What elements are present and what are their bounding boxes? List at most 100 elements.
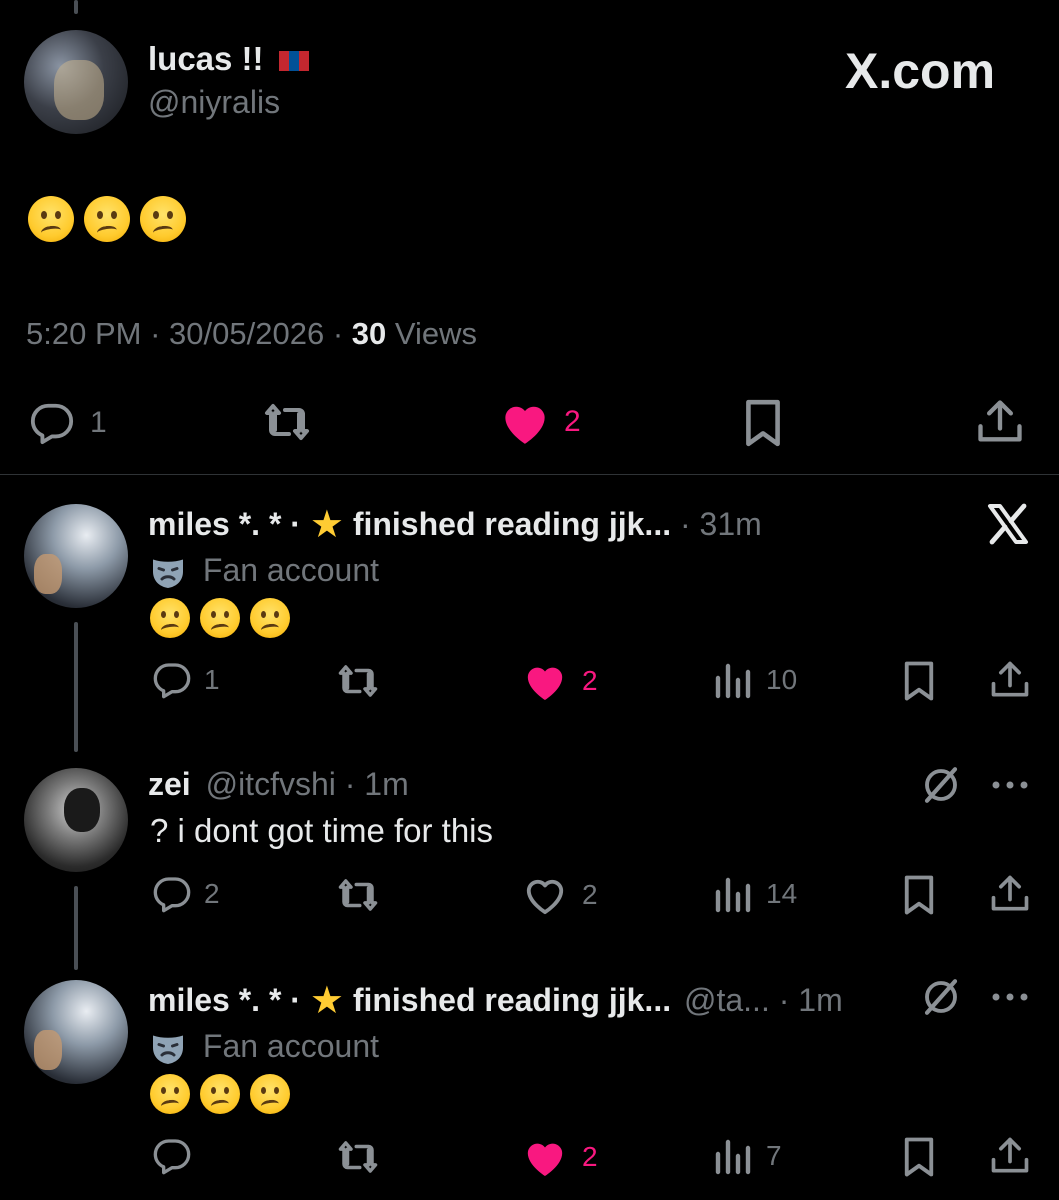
main-bookmark-button[interactable] <box>740 398 786 448</box>
views-count: 10 <box>766 664 798 695</box>
confused-face-icon <box>250 598 290 638</box>
repost-icon <box>265 404 309 440</box>
post-date: 30/05/2026 <box>169 316 325 351</box>
reply2-header: zei @itcfvshi · 1m <box>148 766 409 803</box>
meta-separator: · <box>332 316 344 351</box>
reply1-repost-button[interactable] <box>334 660 382 702</box>
reply3-time[interactable]: · 1m <box>779 982 843 1018</box>
reply2-time[interactable]: · 1m <box>345 766 409 802</box>
thread-line-top <box>74 0 78 14</box>
reply2-share-button[interactable] <box>988 872 1032 916</box>
reply1-like-button[interactable]: 2 <box>522 660 598 702</box>
confused-face-icon <box>84 196 130 242</box>
repost-icon <box>338 1141 378 1173</box>
fan-account-label: Fan account <box>202 1028 379 1064</box>
share-icon <box>978 400 1022 442</box>
reply-icon <box>153 1139 191 1175</box>
main-avatar[interactable] <box>24 30 128 134</box>
reply2-display-name[interactable]: zei <box>148 766 191 802</box>
confused-face-icon <box>150 598 190 638</box>
thread-line <box>74 622 78 752</box>
reply2-bookmark-button[interactable] <box>900 874 938 916</box>
reply-count: 1 <box>90 406 107 439</box>
reply2-views-button[interactable]: 14 <box>712 874 797 914</box>
views-icon <box>715 663 751 699</box>
fan-mask-icon <box>153 1035 183 1064</box>
reply-icon <box>153 877 191 913</box>
main-post-body <box>28 196 196 242</box>
main-share-button[interactable] <box>974 396 1026 448</box>
reply3-repost-button[interactable] <box>334 1136 382 1178</box>
reply3-label: Fan account <box>150 1028 379 1066</box>
reply1-name-suffix[interactable]: finished reading jjk... <box>353 506 671 542</box>
reply3-views-button[interactable]: 7 <box>712 1136 782 1176</box>
reply3-like-button[interactable]: 2 <box>522 1136 598 1178</box>
reply2-like-button[interactable]: 2 <box>522 874 598 916</box>
reply1-views-button[interactable]: 10 <box>712 660 797 700</box>
fan-account-label: Fan account <box>202 552 379 588</box>
repost-icon <box>338 879 378 911</box>
reply1-bookmark-button[interactable] <box>900 660 938 702</box>
meta-separator: · <box>150 316 161 351</box>
more-icon[interactable] <box>990 990 1030 1008</box>
like-icon <box>527 667 563 701</box>
reply1-label: Fan account <box>150 552 379 590</box>
bookmark-icon <box>904 875 934 915</box>
x-logo-icon[interactable] <box>984 500 1032 548</box>
share-icon <box>991 1137 1029 1173</box>
reply3-name-suffix[interactable]: finished reading jjk... <box>353 982 671 1018</box>
reply3-body <box>150 1074 300 1114</box>
main-reply-button[interactable]: 1 <box>26 400 107 446</box>
reply2-handle[interactable]: @itcfvshi <box>206 766 336 802</box>
grok-icon[interactable] <box>920 764 962 811</box>
star-icon: ★ <box>309 980 344 1022</box>
reply-icon <box>153 663 191 699</box>
views-count: 30 <box>351 316 387 351</box>
reply3-reply-button[interactable] <box>150 1136 194 1176</box>
reply2-repost-button[interactable] <box>334 874 382 916</box>
repost-icon <box>338 665 378 697</box>
main-like-button[interactable]: 2 <box>498 398 581 446</box>
confused-face-icon <box>200 598 240 638</box>
reply-icon <box>30 403 73 445</box>
star-icon: ★ <box>309 504 344 546</box>
more-icon[interactable] <box>990 778 1030 796</box>
main-display-name[interactable]: lucas !! <box>148 40 309 78</box>
main-display-name-text: lucas !! <box>148 40 264 77</box>
reply2-avatar[interactable] <box>24 768 128 872</box>
share-icon <box>991 875 1029 911</box>
main-handle[interactable]: @niyralis <box>148 84 280 121</box>
bookmark-icon <box>904 1137 934 1177</box>
confused-face-icon <box>150 1074 190 1114</box>
reply3-handle[interactable]: @ta... <box>684 982 770 1018</box>
like-count: 2 <box>564 405 581 438</box>
like-outline-icon <box>526 879 564 915</box>
x-com-brand: X.com <box>845 43 996 99</box>
reply3-bookmark-button[interactable] <box>900 1136 938 1178</box>
reply1-header: miles *. * · ★ finished reading jjk... ·… <box>148 502 762 547</box>
reply1-display-name[interactable]: miles *. * · <box>148 506 301 542</box>
mongolia-flag-icon <box>278 51 309 72</box>
reply3-header: miles *. * · ★ finished reading jjk... @… <box>148 978 843 1023</box>
reply1-avatar[interactable] <box>24 504 128 608</box>
confused-face-icon <box>200 1074 240 1114</box>
divider <box>0 474 1059 475</box>
like-count: 2 <box>582 665 598 696</box>
like-count: 2 <box>582 1141 598 1172</box>
views-icon <box>715 1139 751 1175</box>
reply-count: 2 <box>204 878 220 909</box>
reply1-share-button[interactable] <box>988 658 1032 702</box>
reply3-avatar[interactable] <box>24 980 128 1084</box>
reply3-display-name[interactable]: miles *. * · <box>148 982 301 1018</box>
reply1-reply-button[interactable]: 1 <box>150 660 220 700</box>
reply2-reply-button[interactable]: 2 <box>150 874 220 914</box>
main-repost-button[interactable] <box>258 398 316 446</box>
reply1-time[interactable]: · 31m <box>680 506 762 542</box>
like-icon <box>505 406 545 444</box>
confused-face-icon <box>140 196 186 242</box>
reply3-share-button[interactable] <box>988 1134 1032 1178</box>
main-post-meta: 5:20 PM · 30/05/2026 · 30 Views <box>26 316 477 352</box>
grok-icon[interactable] <box>920 976 962 1023</box>
confused-face-icon <box>250 1074 290 1114</box>
fan-mask-icon <box>153 559 183 588</box>
